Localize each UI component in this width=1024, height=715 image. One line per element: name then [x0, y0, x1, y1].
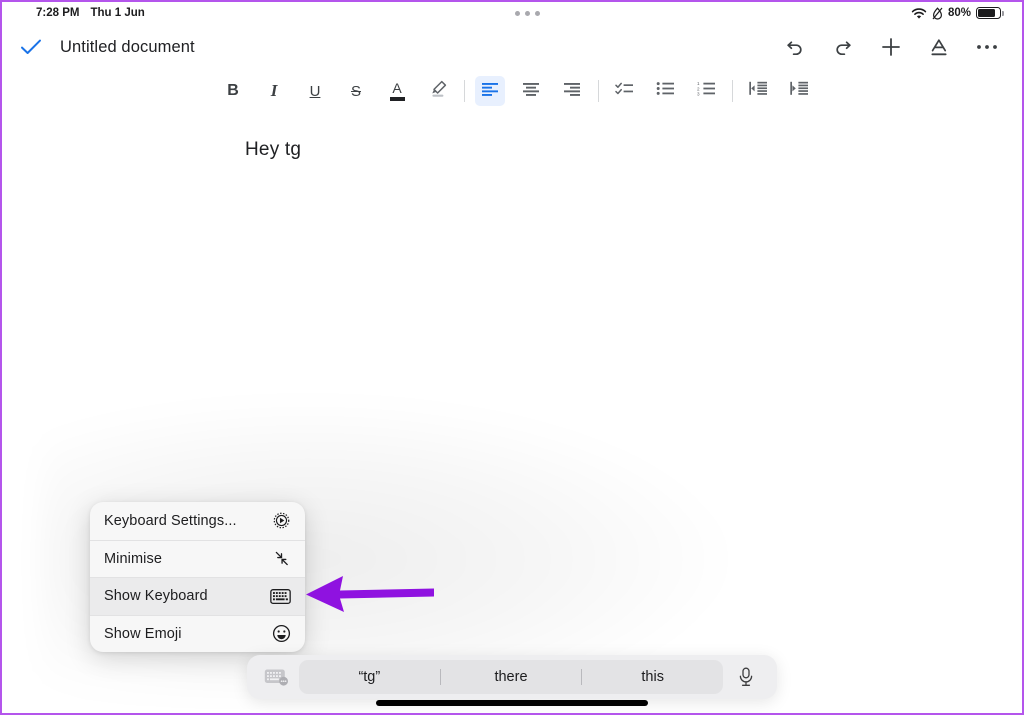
status-bar-center [145, 10, 911, 16]
bold-button[interactable]: B [218, 76, 248, 106]
app-bar: Untitled document [2, 24, 1022, 70]
menu-item-label: Show Keyboard [104, 588, 208, 605]
home-indicator[interactable] [376, 700, 648, 706]
menu-item-keyboard-settings[interactable]: Keyboard Settings... [90, 502, 305, 540]
toolbar-divider-1 [464, 80, 465, 102]
checklist-icon [614, 81, 634, 101]
redo-button[interactable] [830, 34, 856, 60]
menu-item-label: Show Emoji [104, 625, 182, 642]
gear-icon [269, 511, 291, 530]
wifi-icon [911, 7, 927, 20]
underline-button[interactable]: U [300, 76, 330, 106]
ipad-screen: 7:28 PM Thu 1 Jun 80% Untitled document … [0, 0, 1024, 715]
toolbar-divider-2 [598, 80, 599, 102]
bulleted-list-icon [656, 81, 675, 101]
predictive-text-bar: “tg” there this [247, 655, 777, 699]
smiley-face-icon [269, 624, 291, 643]
svg-text:3: 3 [697, 91, 700, 96]
status-bar: 7:28 PM Thu 1 Jun 80% [2, 2, 1022, 24]
decrease-indent-button[interactable] [743, 76, 773, 106]
italic-button[interactable]: I [259, 76, 289, 106]
insert-button[interactable] [878, 34, 904, 60]
suggestion-0[interactable]: “tg” [299, 669, 440, 685]
toolbar-divider-3 [732, 80, 733, 102]
keyboard-switch-icon[interactable] [255, 667, 299, 687]
align-left-button[interactable] [475, 76, 505, 106]
status-bar-left: 7:28 PM Thu 1 Jun [2, 7, 145, 19]
menu-item-label: Keyboard Settings... [104, 512, 237, 529]
strikethrough-icon: S [350, 82, 361, 100]
suggestion-group: “tg” there this [299, 660, 723, 694]
align-center-button[interactable] [516, 76, 546, 106]
app-bar-actions [782, 34, 1008, 60]
document-body-text[interactable]: Hey tg [245, 139, 301, 161]
text-color-button[interactable]: A [382, 76, 412, 106]
battery-percent: 80% [947, 7, 971, 19]
suggestion-2[interactable]: this [582, 669, 723, 685]
document-title[interactable]: Untitled document [60, 38, 195, 57]
microphone-icon[interactable] [723, 667, 769, 687]
menu-item-minimise[interactable]: Minimise [90, 539, 305, 578]
do-not-disturb-icon [932, 6, 943, 20]
increase-indent-icon [789, 81, 809, 101]
align-right-icon [563, 82, 581, 101]
numbered-list-button[interactable]: 1 2 3 [691, 76, 721, 106]
highlighter-icon [429, 79, 448, 103]
italic-icon: I [270, 81, 278, 100]
suggestion-1[interactable]: there [441, 669, 582, 685]
menu-item-show-emoji[interactable]: Show Emoji [90, 614, 305, 653]
keyboard-context-menu: Keyboard Settings... Minimise Show Keybo… [90, 502, 305, 652]
highlight-button[interactable] [423, 76, 453, 106]
undo-button[interactable] [782, 34, 808, 60]
menu-item-show-keyboard[interactable]: Show Keyboard [90, 577, 305, 615]
battery-icon [976, 7, 1004, 19]
format-text-button[interactable] [926, 34, 952, 60]
align-right-button[interactable] [557, 76, 587, 106]
underline-icon: U [309, 82, 321, 100]
text-color-icon: A [392, 80, 402, 97]
increase-indent-button[interactable] [784, 76, 814, 106]
document-saved-checkmark-icon[interactable] [14, 38, 48, 56]
bulleted-list-button[interactable] [650, 76, 680, 106]
text-color-swatch [389, 97, 405, 101]
menu-item-label: Minimise [104, 550, 162, 567]
bold-icon: B [227, 82, 239, 99]
status-bar-right: 80% [911, 6, 1022, 20]
decrease-indent-icon [748, 81, 768, 101]
minimise-arrows-icon [269, 549, 291, 568]
align-center-icon [522, 82, 540, 101]
multitasking-dots-icon[interactable] [515, 10, 541, 16]
format-toolbar: B I U S A 1 2 3 [2, 70, 1022, 112]
more-options-button[interactable] [974, 34, 1000, 60]
status-time: 7:28 PM [36, 7, 80, 19]
strikethrough-button[interactable]: S [341, 76, 371, 106]
align-left-icon [481, 82, 499, 101]
status-date: Thu 1 Jun [90, 7, 145, 19]
keyboard-icon [269, 588, 291, 604]
checklist-button[interactable] [609, 76, 639, 106]
numbered-list-icon: 1 2 3 [697, 81, 716, 101]
